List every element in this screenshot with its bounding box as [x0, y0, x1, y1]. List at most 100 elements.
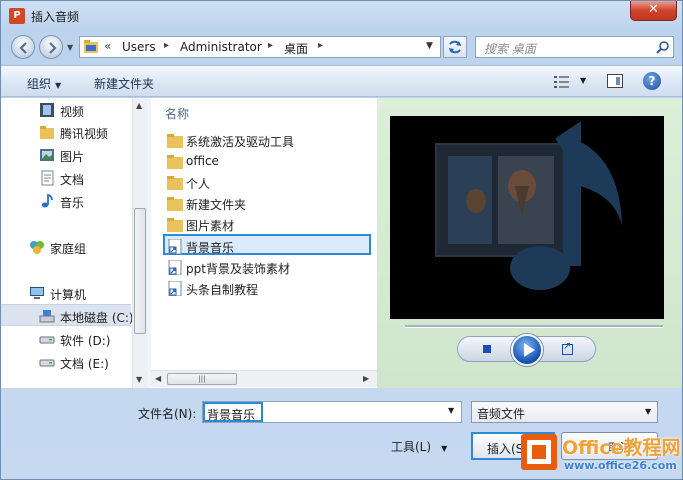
recent-locations-dropdown[interactable]: ▼ [67, 43, 73, 52]
list-item[interactable]: office [165, 151, 373, 172]
nav-label: 家庭组 [50, 242, 87, 256]
help-icon[interactable]: ? [643, 72, 661, 90]
file-name: 个人 [186, 177, 211, 191]
folder-icon [167, 155, 183, 169]
music-library-icon [41, 193, 53, 208]
office-logo-icon [521, 434, 557, 470]
address-dropdown-icon[interactable]: ▼ [426, 41, 433, 51]
refresh-button[interactable] [443, 36, 467, 58]
folder-icon [167, 218, 183, 232]
view-dropdown-icon[interactable]: ▼ [580, 76, 586, 85]
watermark-brand: Office教程网 [562, 437, 681, 459]
file-name: 背景音乐 [186, 241, 235, 255]
file-list-hscrollbar[interactable]: ◀ ||| ▶ [151, 370, 377, 387]
scroll-thumb[interactable]: ||| [167, 373, 237, 385]
chevron-down-icon[interactable]: ▼ [448, 406, 454, 415]
folder-icon [167, 134, 183, 148]
nav-item-pictures[interactable]: 图片 [1, 144, 131, 166]
nav-pane-scrollbar[interactable]: ▲ ▼ [132, 98, 147, 388]
organize-menu[interactable]: 组织 ▼ [27, 75, 61, 92]
filename-field[interactable]: 背景音乐 ▼ [202, 401, 462, 423]
nav-item-homegroup[interactable]: 家庭组 [1, 236, 131, 258]
filename-label: 文件名(N): [138, 407, 197, 421]
search-icon[interactable] [656, 40, 670, 54]
homegroup-icon [30, 241, 44, 254]
shortcut-icon [168, 281, 182, 296]
view-options-icon[interactable] [554, 75, 570, 89]
address-bar[interactable]: « Users ▸ Administrator ▸ 桌面 ▸ ▼ [79, 36, 441, 58]
list-item[interactable]: 个人 [165, 172, 373, 193]
tools-label: 工具(L) [391, 440, 432, 454]
search-input[interactable]: 搜索 桌面 [475, 36, 674, 58]
nav-item-documents[interactable]: 文档 [1, 167, 131, 189]
search-placeholder: 搜索 桌面 [484, 42, 536, 56]
nav-item-videos[interactable]: 视频 [1, 99, 131, 121]
tools-button[interactable]: 工具(L) ▼ [391, 438, 447, 455]
list-item[interactable]: 图片素材 [165, 214, 373, 235]
preview-pane-toggle-icon[interactable] [607, 74, 623, 88]
chevron-right-icon[interactable]: ▸ [164, 40, 169, 51]
column-header-name[interactable]: 名称 [165, 105, 189, 122]
new-folder-button[interactable]: 新建文件夹 [94, 75, 154, 92]
list-item[interactable]: 头条自制教程 [165, 278, 373, 299]
nav-item-software-d[interactable]: 软件 (D:) [1, 328, 131, 350]
forward-button[interactable] [39, 35, 63, 59]
chevron-down-icon: ▼ [645, 407, 652, 416]
nav-label: 计算机 [50, 288, 87, 302]
drive-icon [39, 359, 55, 367]
chevron-down-icon: ▼ [55, 81, 62, 90]
scroll-down-icon[interactable]: ▼ [136, 375, 142, 384]
nav-item-computer[interactable]: 计算机 [1, 282, 131, 304]
file-name: 系统激活及驱动工具 [186, 135, 295, 149]
nav-item-tencent-video[interactable]: 腾讯视频 [1, 121, 131, 143]
list-item[interactable]: ppt背景及装饰素材 [165, 257, 373, 278]
play-button[interactable] [511, 334, 543, 366]
seek-bar[interactable] [405, 325, 663, 328]
filename-value[interactable]: 背景音乐 [203, 402, 263, 422]
preview-pane [377, 98, 682, 388]
drive-icon [39, 336, 55, 344]
watermark: Office教程网 www.office26.com [520, 429, 683, 480]
navigation-row: ▼ « Users ▸ Administrator ▸ 桌面 ▸ ▼ 搜索 桌面 [1, 31, 682, 61]
breadcrumb-users[interactable]: Users [122, 40, 156, 54]
scroll-up-icon[interactable]: ▲ [136, 101, 142, 110]
nav-item-music[interactable]: 音乐 [1, 190, 131, 212]
filetype-select[interactable]: 音频文件 ▼ [471, 401, 658, 423]
scroll-left-icon[interactable]: ◀ [155, 374, 161, 383]
breadcrumb-desktop[interactable]: 桌面 [284, 40, 308, 57]
documents-library-icon [41, 170, 54, 186]
list-item[interactable]: 系统激活及驱动工具 [165, 130, 373, 151]
list-item-selected[interactable]: 背景音乐 [163, 234, 371, 255]
chevron-right-icon[interactable]: ▸ [268, 40, 273, 51]
file-name: ppt背景及装饰素材 [186, 262, 290, 276]
file-list-pane: 名称 系统激活及驱动工具 office 个人 新建文件夹 图片素材 背景音乐 p… [151, 98, 377, 388]
nav-label: 图片 [60, 150, 85, 164]
breadcrumb-overflow-chevron[interactable]: « [104, 39, 111, 53]
forward-arrow-icon [49, 42, 57, 54]
list-item[interactable]: 新建文件夹 [165, 193, 373, 214]
open-external-icon[interactable] [562, 341, 573, 355]
folder-icon [84, 40, 98, 53]
chevron-right-icon[interactable]: ▸ [318, 40, 323, 51]
nav-label: 软件 (D:) [60, 334, 111, 348]
drive-icon [39, 310, 55, 323]
nav-label: 音乐 [60, 196, 85, 210]
nav-item-local-disk-c[interactable]: 本地磁盘 (C:) [1, 304, 134, 326]
watermark-url: www.office26.com [564, 459, 677, 472]
chevron-down-icon: ▼ [441, 444, 448, 453]
stop-button[interactable] [483, 345, 491, 353]
file-name: 图片素材 [186, 219, 235, 233]
navigation-pane: 视频 腾讯视频 图片 文档 音乐 家庭组 计算机 本地磁盘 (C:) 软件 (D… [1, 98, 147, 388]
shortcut-icon [168, 239, 182, 254]
command-bar: 组织 ▼ 新建文件夹 ▼ ? [1, 65, 682, 97]
video-library-icon [40, 103, 54, 117]
dialog-title: 插入音频 [31, 10, 80, 24]
close-button[interactable]: ✕ [630, 1, 677, 21]
nav-item-documents-e[interactable]: 文档 (E:) [1, 351, 131, 373]
scroll-right-icon[interactable]: ▶ [363, 374, 369, 383]
breadcrumb-administrator[interactable]: Administrator [180, 40, 262, 54]
scroll-thumb[interactable] [134, 208, 146, 334]
back-button[interactable] [11, 35, 35, 59]
media-preview [390, 116, 664, 319]
nav-label: 视频 [60, 105, 85, 119]
